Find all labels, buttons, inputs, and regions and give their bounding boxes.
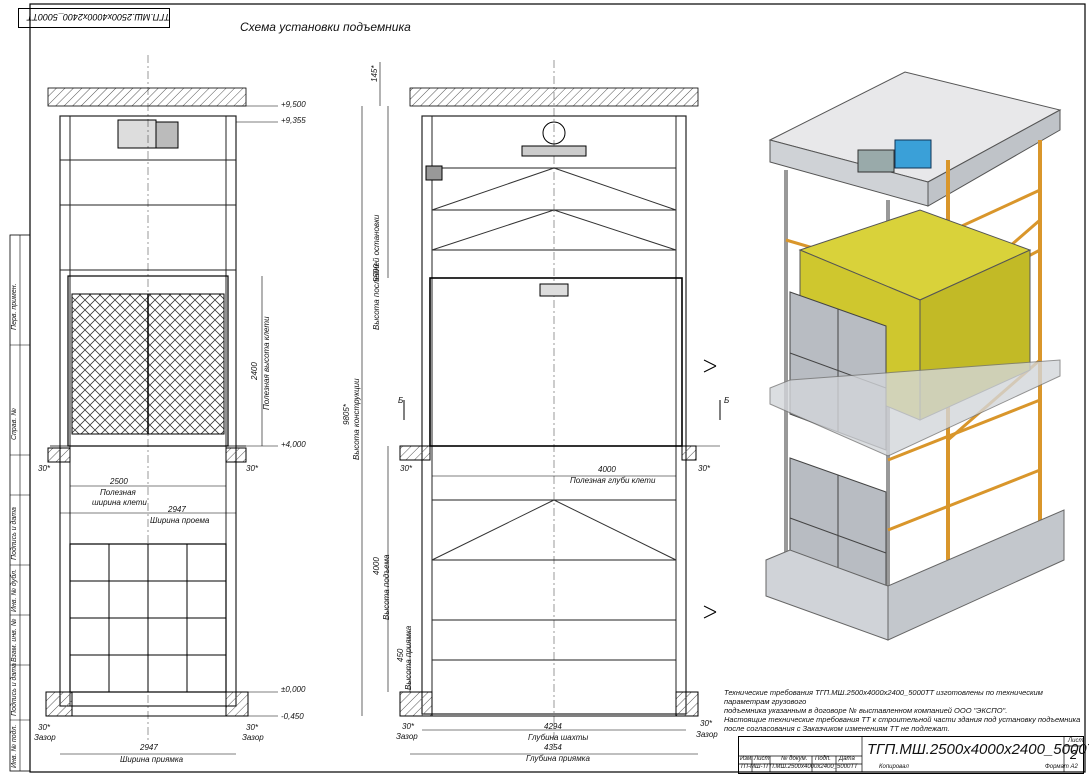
gap-d: 30*	[700, 719, 713, 728]
front-view	[45, 55, 278, 755]
cab-width-label-2: ширина клети	[92, 498, 147, 507]
construction-label: Высота конструкции	[352, 378, 361, 460]
hdr-doc: № докум.	[781, 756, 808, 762]
gap-c: 30*	[402, 722, 415, 731]
drawing-svg	[9, 3, 1086, 773]
pit-length-label: Глубина приямка	[526, 754, 590, 763]
designation: ТГП.МШ.2500x4000x2400_5000ТТ	[867, 741, 1089, 758]
cab-width-label-1: Полезная	[100, 488, 136, 497]
side-col-0: Перв. примен.	[11, 283, 18, 330]
section-mark-right: Б	[724, 396, 730, 405]
gap-bottom-left: 30*	[38, 723, 51, 732]
side-col-3: Инв. № дубл.	[11, 568, 18, 612]
lift-height: 4000	[372, 557, 381, 575]
note-line: подъемника указанным в договоре № выстав…	[724, 706, 1008, 715]
section-mark-left: Б	[398, 396, 404, 405]
hdr-sign: Подп.	[815, 756, 831, 762]
format-label: Формат A2	[1045, 764, 1078, 770]
note-line: Настоящие технические требования ТТ к ст…	[724, 715, 1081, 724]
cab-width: 2500	[110, 477, 128, 486]
iso-view	[765, 71, 1065, 641]
hdr-list: Лист	[754, 756, 770, 762]
lift-label: Высота подъема	[382, 554, 391, 620]
cab-height-label: Полезная высота клети	[262, 316, 271, 410]
gap-b: 30*	[698, 464, 711, 473]
level-top: +9,500	[281, 100, 306, 109]
gap-a: 30*	[400, 464, 413, 473]
opening-width-label: Ширина проема	[150, 516, 210, 525]
opening-width: 2947	[168, 505, 186, 514]
zazor-b: Зазор	[696, 730, 718, 739]
pit-label: Высота приямка	[404, 625, 413, 690]
pit-length: 4354	[544, 743, 562, 752]
last-stop-label: Высота последней остановки	[372, 214, 381, 330]
cab-height: 2400	[250, 362, 259, 380]
shaft-depth: 4294	[544, 722, 562, 731]
side-col-2: Подпись и дата	[11, 507, 18, 560]
stamp-code: ТГП.МШ.2500x4000x2400_5000ТТ	[27, 12, 170, 22]
hdr-date: Дата	[839, 756, 855, 762]
pit-width-label: Ширина приямка	[120, 755, 184, 764]
cab-depth: 4000	[598, 465, 616, 474]
side-col-5: Подпись и дата	[11, 663, 18, 716]
title-block: ТГП.МШ.2500x4000x2400_5000ТТ Лист 2 Изм.…	[738, 736, 1089, 774]
side-cab	[429, 277, 683, 447]
sheet-title: Схема установки подъемника	[240, 20, 411, 34]
sheet-label: Лист	[1068, 738, 1084, 744]
drawing-sheet: ТГП.МШ.2500x4000x2400_5000ТТ Схема устан…	[0, 0, 1089, 776]
stamp-code-box: ТГП.МШ.2500x4000x2400_5000ТТ	[18, 8, 170, 28]
ceiling-slab	[47, 87, 247, 107]
note-line: Технические требования ТГП.МШ.2500х4000х…	[724, 688, 1043, 706]
zazor-left: Зазор	[34, 733, 56, 742]
level-floor2: +4,000	[281, 440, 306, 449]
shaft-depth-label: Глубина шахты	[528, 733, 589, 742]
level-zero: ±0,000	[281, 685, 306, 694]
gap-right: 30*	[246, 464, 259, 473]
zazor-right: Зазор	[242, 733, 264, 742]
pit-width: 2947	[140, 743, 158, 752]
copied-label: Копировал	[879, 764, 909, 770]
side-col-4: Взам. инв. №	[11, 618, 18, 662]
gap-left: 30*	[38, 464, 51, 473]
small-code: ТП-МШ-ТГП.МШ.2500x4000x2400_5000ТТ	[740, 764, 858, 770]
side-col-1: Справ. №	[11, 408, 18, 440]
technical-notes: Технические требования ТГП.МШ.2500х4000х…	[724, 688, 1084, 733]
top-dim: 145*	[370, 65, 379, 82]
level-pit: -0,450	[281, 712, 304, 721]
side-col-6: Инв. № подл.	[11, 724, 18, 768]
sheet-number: 2	[1070, 747, 1078, 762]
note-line: после согласования с Заказчиком изменени…	[724, 724, 950, 733]
gap-bottom-right: 30*	[246, 723, 259, 732]
level-beam: +9,355	[281, 116, 306, 125]
side-view	[361, 60, 721, 755]
hdr-izm: Изм.	[740, 756, 753, 762]
cab-depth-label: Полезная глуби клети	[570, 476, 656, 485]
zazor-a: Зазор	[396, 732, 418, 741]
construction-height: 9805*	[342, 404, 351, 425]
